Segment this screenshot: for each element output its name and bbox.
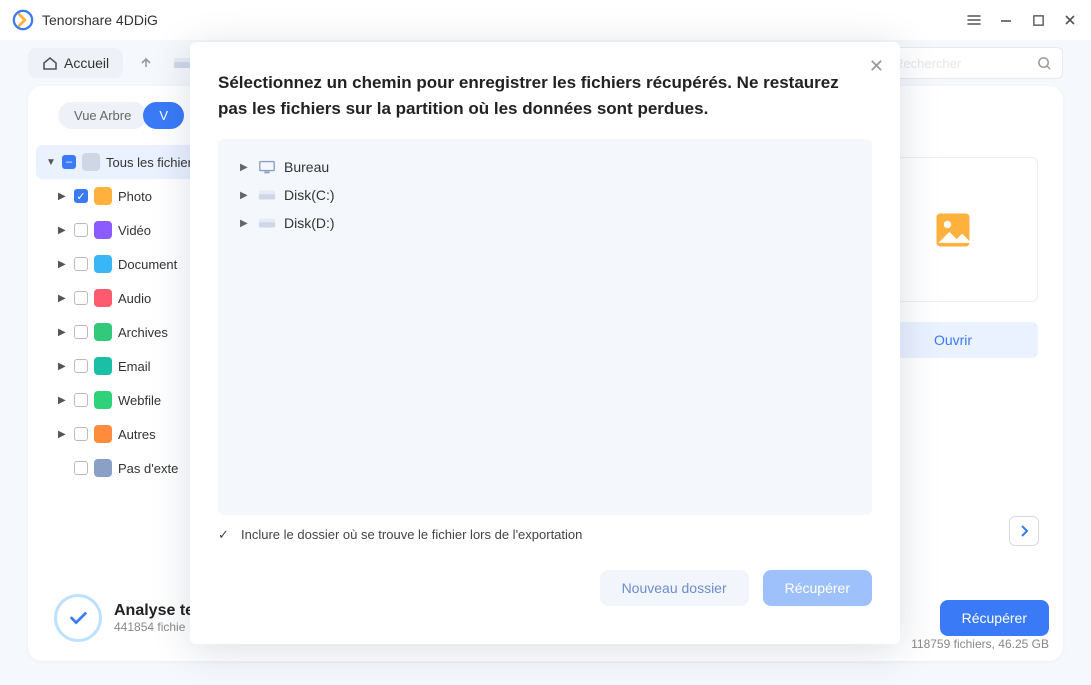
caret-icon: ▶	[240, 190, 250, 201]
destination-label: Bureau	[284, 159, 329, 175]
close-modal-button[interactable]: ✕	[869, 56, 884, 77]
save-path-modal: ✕ Sélectionnez un chemin pour enregistre…	[190, 42, 900, 644]
desktop-icon	[258, 160, 276, 174]
modal-recover-button[interactable]: Récupérer	[763, 570, 872, 606]
destination-diskd[interactable]: ▶ Disk(D:)	[236, 209, 854, 237]
destination-label: Disk(D:)	[284, 215, 335, 231]
include-folder-checkbox[interactable]: ✓	[218, 527, 233, 542]
disk-icon	[258, 188, 276, 202]
destination-label: Disk(C:)	[284, 187, 335, 203]
modal-heading: Sélectionnez un chemin pour enregistrer …	[218, 70, 872, 121]
disk-icon	[258, 216, 276, 230]
destination-bureau[interactable]: ▶ Bureau	[236, 153, 854, 181]
destination-tree: ▶ Bureau ▶ Disk(C:) ▶ Disk(D:)	[218, 139, 872, 515]
caret-icon: ▶	[240, 162, 250, 173]
destination-diskc[interactable]: ▶ Disk(C:)	[236, 181, 854, 209]
caret-icon: ▶	[240, 218, 250, 229]
include-folder-label: Inclure le dossier où se trouve le fichi…	[241, 527, 582, 542]
new-folder-button[interactable]: Nouveau dossier	[600, 570, 749, 606]
